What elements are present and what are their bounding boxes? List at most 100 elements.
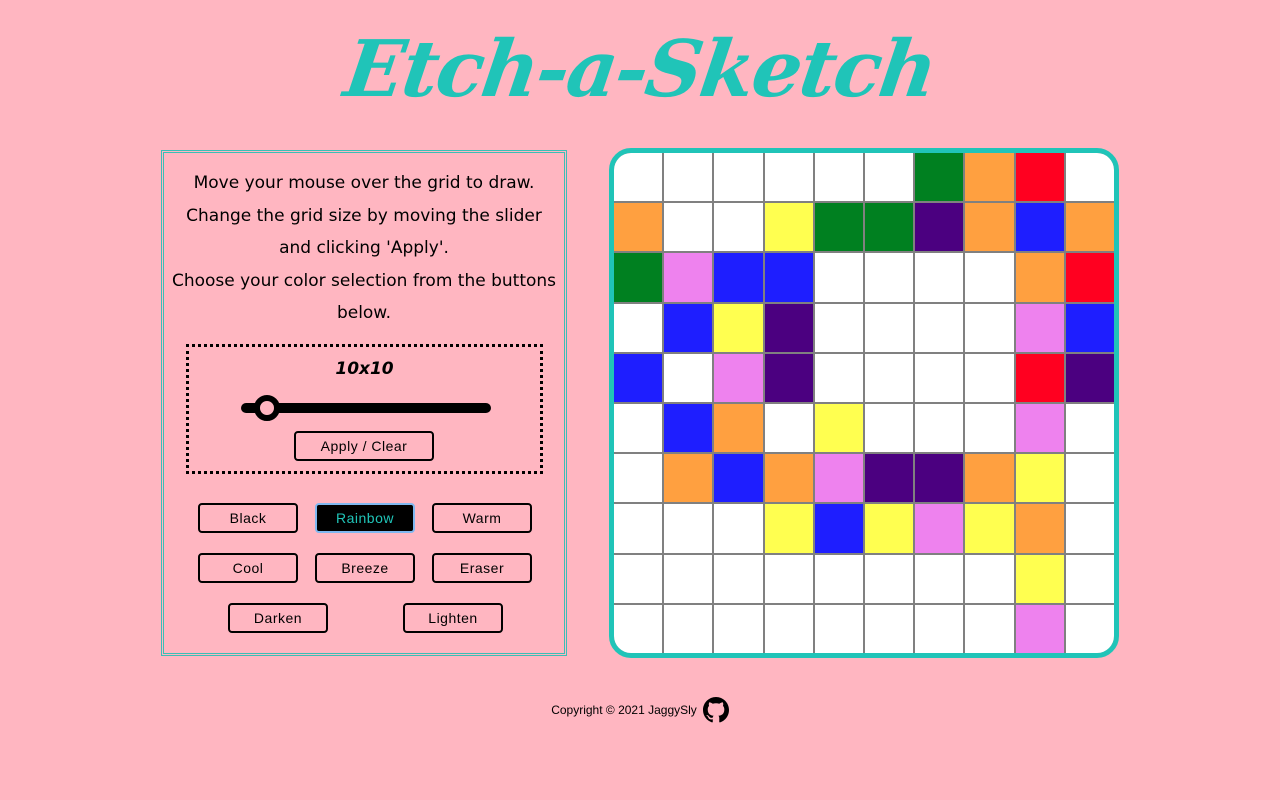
grid-cell[interactable] — [1015, 153, 1064, 202]
grid-cell[interactable] — [614, 203, 663, 252]
grid-cell[interactable] — [714, 303, 763, 352]
grid-cell[interactable] — [1015, 253, 1064, 302]
grid-cell[interactable] — [1015, 353, 1064, 402]
grid-cell[interactable] — [764, 504, 813, 553]
grid-cell[interactable] — [1065, 604, 1114, 653]
grid-cell[interactable] — [1015, 604, 1064, 653]
grid-cell[interactable] — [614, 303, 663, 352]
grid-cell[interactable] — [965, 253, 1014, 302]
grid-cell[interactable] — [965, 203, 1014, 252]
grid-cell[interactable] — [1065, 353, 1114, 402]
github-icon[interactable] — [702, 697, 729, 723]
grid-cell[interactable] — [714, 203, 763, 252]
grid-cell[interactable] — [965, 604, 1014, 653]
grid-cell[interactable] — [714, 554, 763, 603]
grid-cell[interactable] — [614, 353, 663, 402]
grid-cell[interactable] — [965, 404, 1014, 453]
grid-cell[interactable] — [764, 203, 813, 252]
grid-cell[interactable] — [664, 203, 713, 252]
grid-cell[interactable] — [1065, 203, 1114, 252]
grid-cell[interactable] — [814, 253, 863, 302]
grid-cell[interactable] — [664, 404, 713, 453]
grid-cell[interactable] — [814, 353, 863, 402]
sketch-grid[interactable] — [609, 148, 1119, 658]
grid-cell[interactable] — [664, 604, 713, 653]
grid-cell[interactable] — [915, 253, 964, 302]
grid-cell[interactable] — [814, 404, 863, 453]
grid-cell[interactable] — [664, 454, 713, 503]
grid-cell[interactable] — [915, 604, 964, 653]
grid-cell[interactable] — [814, 153, 863, 202]
grid-cell[interactable] — [664, 153, 713, 202]
grid-cell[interactable] — [965, 554, 1014, 603]
cool-button[interactable]: Cool — [198, 553, 298, 583]
grid-cell[interactable] — [865, 153, 914, 202]
grid-cell[interactable] — [1015, 554, 1064, 603]
grid-cell[interactable] — [614, 253, 663, 302]
grid-cell[interactable] — [764, 554, 813, 603]
grid-cell[interactable] — [1015, 404, 1064, 453]
grid-cell[interactable] — [1015, 303, 1064, 352]
grid-cell[interactable] — [814, 454, 863, 503]
grid-cell[interactable] — [764, 454, 813, 503]
grid-cell[interactable] — [814, 303, 863, 352]
grid-cell[interactable] — [1015, 454, 1064, 503]
slider-thumb[interactable] — [254, 395, 281, 421]
grid-cell[interactable] — [915, 554, 964, 603]
grid-cell[interactable] — [714, 153, 763, 202]
eraser-button[interactable]: Eraser — [432, 553, 532, 583]
grid-cell[interactable] — [664, 303, 713, 352]
black-button[interactable]: Black — [198, 503, 298, 533]
darken-button[interactable]: Darken — [228, 603, 328, 633]
grid-cell[interactable] — [614, 554, 663, 603]
grid-cell[interactable] — [764, 404, 813, 453]
grid-cell[interactable] — [1015, 504, 1064, 553]
lighten-button[interactable]: Lighten — [403, 603, 503, 633]
grid-cell[interactable] — [714, 353, 763, 402]
grid-cell[interactable] — [764, 253, 813, 302]
grid-cell[interactable] — [664, 554, 713, 603]
warm-button[interactable]: Warm — [432, 503, 532, 533]
grid-cell[interactable] — [614, 404, 663, 453]
grid-cell[interactable] — [814, 554, 863, 603]
grid-cell[interactable] — [1015, 203, 1064, 252]
grid-cell[interactable] — [1065, 303, 1114, 352]
grid-cell[interactable] — [865, 604, 914, 653]
grid-cell[interactable] — [1065, 554, 1114, 603]
grid-cell[interactable] — [865, 203, 914, 252]
grid-cell[interactable] — [764, 353, 813, 402]
grid-cell[interactable] — [865, 253, 914, 302]
grid-cell[interactable] — [614, 504, 663, 553]
grid-cell[interactable] — [965, 153, 1014, 202]
grid-cell[interactable] — [965, 303, 1014, 352]
apply-clear-button[interactable]: Apply / Clear — [294, 431, 434, 461]
grid-cell[interactable] — [764, 153, 813, 202]
grid-cell[interactable] — [764, 303, 813, 352]
grid-cell[interactable] — [915, 504, 964, 553]
grid-cell[interactable] — [865, 504, 914, 553]
grid-cell[interactable] — [1065, 404, 1114, 453]
grid-cell[interactable] — [915, 153, 964, 202]
grid-cell[interactable] — [915, 303, 964, 352]
grid-cell[interactable] — [865, 353, 914, 402]
grid-cell[interactable] — [865, 554, 914, 603]
grid-cell[interactable] — [664, 504, 713, 553]
grid-cell[interactable] — [865, 454, 914, 503]
grid-cell[interactable] — [1065, 153, 1114, 202]
grid-cell[interactable] — [865, 303, 914, 352]
grid-cell[interactable] — [714, 504, 763, 553]
grid-cell[interactable] — [814, 203, 863, 252]
grid-cell[interactable] — [714, 404, 763, 453]
grid-cell[interactable] — [714, 253, 763, 302]
grid-cell[interactable] — [1065, 454, 1114, 503]
grid-cell[interactable] — [1065, 253, 1114, 302]
grid-cell[interactable] — [814, 604, 863, 653]
grid-cell[interactable] — [915, 203, 964, 252]
grid-cell[interactable] — [915, 353, 964, 402]
grid-cell[interactable] — [664, 353, 713, 402]
grid-cell[interactable] — [664, 253, 713, 302]
grid-cell[interactable] — [1065, 504, 1114, 553]
grid-cell[interactable] — [614, 604, 663, 653]
rainbow-button[interactable]: Rainbow — [315, 503, 415, 533]
grid-cell[interactable] — [764, 604, 813, 653]
